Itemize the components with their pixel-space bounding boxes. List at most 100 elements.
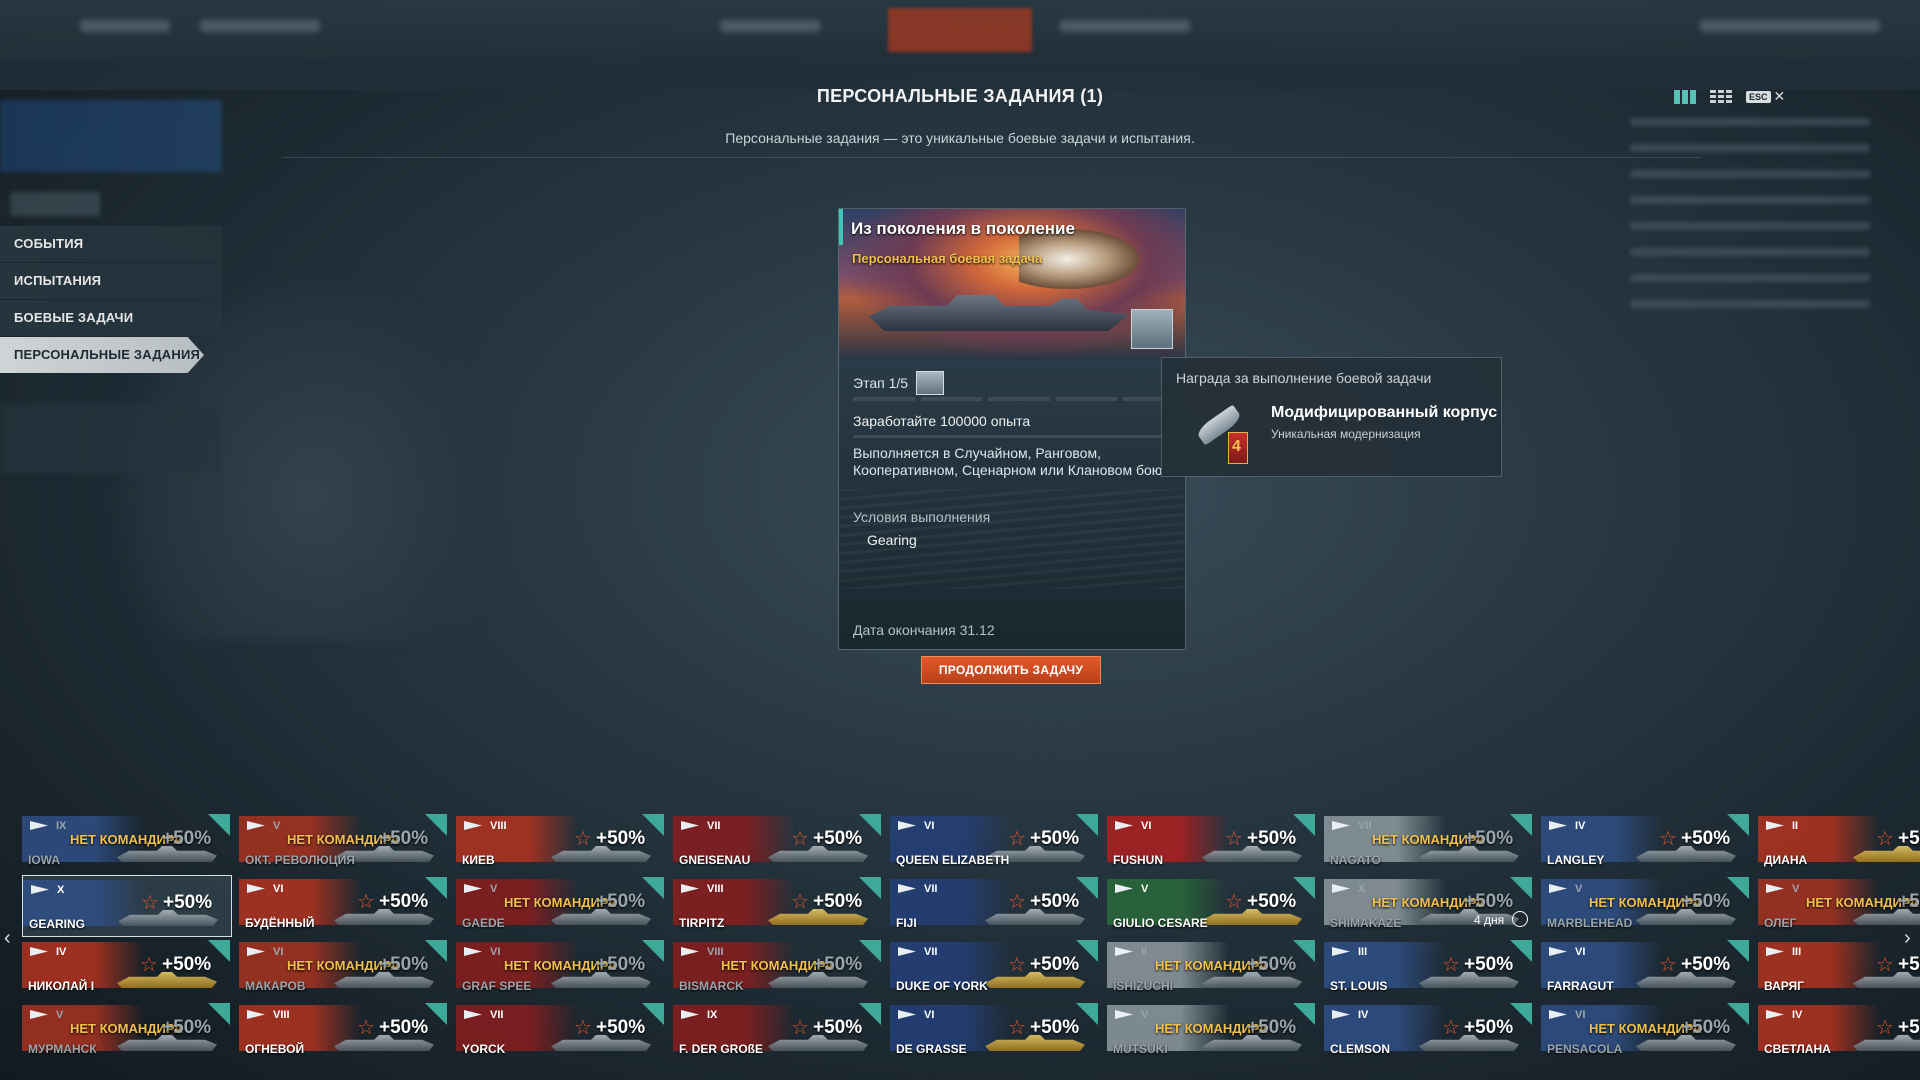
ship-tile[interactable]: IV ☆ +50% CLEMSON [1324,1001,1534,1063]
xp-bonus: +50% [1681,954,1731,975]
ship-tile[interactable]: IV ☆ +50% LANGLEY [1541,812,1751,874]
ship-name: GIULIO CESARE [1113,916,1208,930]
xp-bonus: +50% [596,891,646,912]
top-bar-blurred [0,0,1920,60]
xp-bonus: +50% [379,891,429,912]
ship-tier: VIII [707,883,724,895]
mission-card[interactable]: Из поколения в поколение Персональная бо… [838,208,1186,650]
ship-tile[interactable]: VI ☆ +50% FUSHUN [1107,812,1317,874]
ship-tile[interactable]: VIII ☆ +50% КИЕВ [456,812,666,874]
ship-tile[interactable]: VIII НЕТ КОМАНДИРА +50% BISMARCK [673,938,883,1000]
ship-tile[interactable]: V ☆ +50% GIULIO CESARE [1107,875,1317,937]
ship-tile[interactable]: V НЕТ КОМАНДИРА +50% МУРМАНСК [22,1001,232,1063]
xp-bonus: +50% [596,1017,646,1038]
xp-bonus: +50% [596,828,646,849]
right-panel-blurred [1600,100,1900,530]
continue-mission-button[interactable]: ПРОДОЛЖИТЬ ЗАДАЧУ [921,656,1101,684]
ship-tile[interactable]: V НЕТ КОМАНДИРА +50% ОКТ. РЕВОЛЮЦИЯ [239,812,449,874]
first-win-star-icon: ☆ [1876,828,1894,850]
ship-tile[interactable]: VII ☆ +50% YORCK [456,1001,666,1063]
ship-tile[interactable]: II НЕТ КОМАНДИРА +50% ISHIZUCHI [1107,938,1317,1000]
stage-container-icon[interactable] [916,371,945,395]
menu-item-challenges[interactable]: ИСПЫТАНИЯ [0,263,222,299]
xp-bonus: +50% [1681,828,1731,849]
ship-tier: IX [56,820,67,832]
ship-name: БУДЁННЫЙ [245,916,315,930]
ship-tile[interactable]: X НЕТ КОМАНДИРА +50% 4 дня SHIMAKAZE [1324,875,1534,937]
bonus-corner-icon [642,1003,664,1025]
ship-tile[interactable]: VII ☆ +50% DUKE OF YORK [890,938,1100,1000]
xp-bonus: +50% [1247,891,1297,912]
bonus-corner-icon [1510,940,1532,962]
ship-tile[interactable]: VIII ☆ +50% ОГНЕВОЙ [239,1001,449,1063]
ship-tile[interactable]: VI НЕТ КОМАНДИРА +50% PENSACOLA [1541,1001,1751,1063]
ship-tier: V [1141,883,1149,895]
ship-tier: IV [1575,820,1586,832]
ship-tier: VIII [273,1009,290,1021]
ship-name: TIRPITZ [679,916,725,930]
carousel-right-arrow-icon[interactable]: › [1904,927,1918,949]
first-win-star-icon: ☆ [791,891,809,913]
xp-bonus: +50% [1898,891,1920,912]
ship-tile[interactable]: III ☆ +50% ST. LOUIS [1324,938,1534,1000]
ship-tile[interactable]: X ☆ +50% GEARING [22,875,232,937]
ship-tier: VI [273,883,284,895]
list-view-icon[interactable] [1710,89,1732,104]
ship-tile[interactable]: V НЕТ КОМАНДИРА +50% GAEDE [456,875,666,937]
xp-bonus: +50% [813,1017,863,1038]
clock-icon [1512,911,1528,927]
ship-tile[interactable]: IX ☆ +50% F. DER GROßE [673,1001,883,1063]
grid-view-icon[interactable] [1674,89,1696,104]
ship-tile[interactable]: VI НЕТ КОМАНДИРА +50% GRAF SPEE [456,938,666,1000]
mission-title: Из поколения в поколение [851,219,1075,238]
ship-name: ОЛЕГ [1764,916,1797,930]
ship-tile[interactable]: VIII ☆ +50% TIRPITZ [673,875,883,937]
bonus-corner-icon [1510,814,1532,836]
ship-tile[interactable]: VI ☆ +50% QUEEN ELIZABETH [890,812,1100,874]
ship-tile[interactable]: VI НЕТ КОМАНДИРА +50% МАКАРОВ [239,938,449,1000]
ship-tile[interactable]: II ☆+50% ДИАНА [1758,812,1920,874]
ship-tile[interactable]: VI ☆ +50% DE GRASSE [890,1001,1100,1063]
menu-item-events[interactable]: СОБЫТИЯ [0,226,222,262]
ship-name: MARBLEHEAD [1547,916,1633,930]
xp-bonus: +50% [163,892,213,913]
close-button[interactable]: ESC ✕ [1746,88,1785,105]
ship-tier: IV [56,946,67,958]
carousel-left-arrow-icon[interactable]: ‹ [4,927,18,949]
ship-tile[interactable]: VI ☆ +50% FARRAGUT [1541,938,1751,1000]
ship-tier: X [1358,883,1366,895]
ship-tile[interactable]: VII ☆ +50% GNEISENAU [673,812,883,874]
ship-tile[interactable]: IV ☆+50% СВЕТЛАНА [1758,1001,1920,1063]
first-win-star-icon: ☆ [357,1017,375,1039]
ship-tile[interactable]: IV ☆ +50% НИКОЛАЙ I [22,938,232,1000]
ship-tier: V [1792,883,1800,895]
ship-tile[interactable]: VI ☆ +50% БУДЁННЫЙ [239,875,449,937]
ship-tile[interactable]: VII ☆ +50% FIJI [890,875,1100,937]
ship-tile[interactable]: IX НЕТ КОМАНДИРА +50% IOWA [22,812,232,874]
ship-tile[interactable]: III ☆+50% ВАРЯГ [1758,938,1920,1000]
ship-tier: VIII [490,820,507,832]
first-win-star-icon: ☆ [141,892,159,914]
xp-bonus: +50% [813,891,863,912]
ship-tile[interactable]: VII НЕТ КОМАНДИРА +50% NAGATO [1324,812,1534,874]
xp-bonus: +50% [1030,828,1080,849]
first-win-star-icon: ☆ [1008,828,1026,850]
ship-tile[interactable]: V НЕТ КОМАНДИРА +50% MUTSUKI [1107,1001,1317,1063]
ship-tier: V [1575,883,1583,895]
xp-bonus: +50% [1030,891,1080,912]
ship-tier: VII [924,883,938,895]
ship-name: PENSACOLA [1547,1042,1623,1056]
xp-bonus: +50% [1898,828,1920,849]
xp-bonus: +50% [1464,828,1514,849]
ship-tile[interactable]: V НЕТ КОМАНДИРА +50% MARBLEHEAD [1541,875,1751,937]
ship-tier: VIII [707,946,724,958]
menu-item-personal-missions[interactable]: ПЕРСОНАЛЬНЫЕ ЗАДАНИЯ [0,337,204,373]
ship-tier: IV [1358,1009,1369,1021]
xp-bonus: +50% [379,1017,429,1038]
bonus-corner-icon [425,877,447,899]
ship-name: FIJI [896,916,917,930]
menu-item-combat-missions[interactable]: БОЕВЫЕ ЗАДАЧИ [0,300,222,336]
ship-tile[interactable]: VНЕТ КОМАНДИРА+50%ОЛЕГ [1758,875,1920,937]
ship-tier: VI [1575,946,1586,958]
page-title: ПЕРСОНАЛЬНЫЕ ЗАДАНИЯ (1) [816,86,1104,106]
